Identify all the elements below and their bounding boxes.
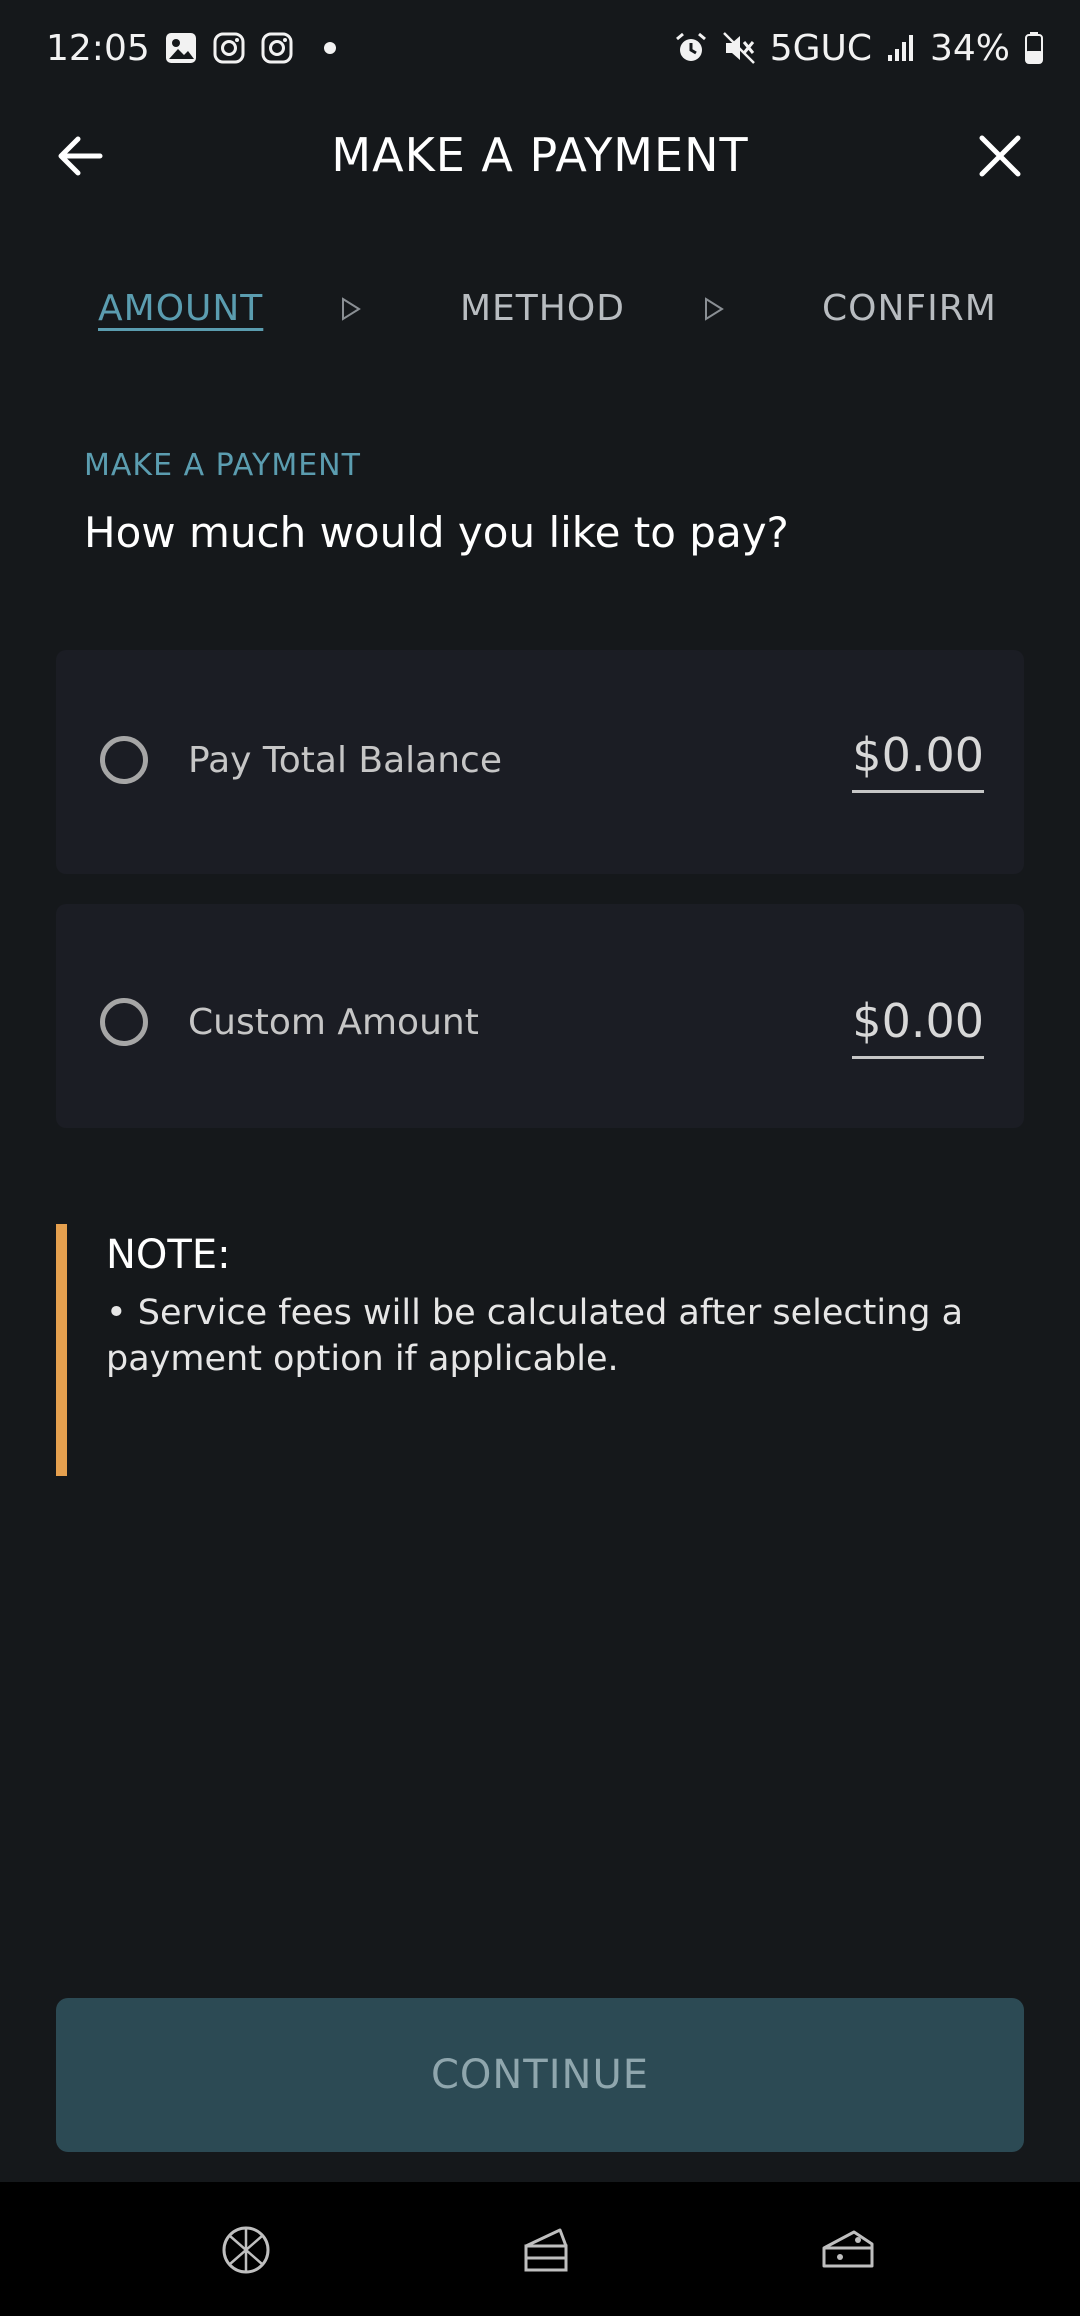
- signal-icon: [886, 33, 916, 63]
- payment-question: How much would you like to pay?: [84, 508, 789, 557]
- arrow-left-icon: [58, 136, 103, 176]
- bottom-nav: [0, 2182, 1080, 2316]
- step-amount[interactable]: AMOUNT: [98, 288, 263, 329]
- radio-button[interactable]: [100, 998, 148, 1046]
- option-custom-amount[interactable]: Custom Amount $0.00: [56, 904, 1024, 1128]
- mute-icon: [722, 31, 756, 65]
- nav-cheese[interactable]: [818, 2220, 878, 2280]
- nav-cookie[interactable]: [216, 2220, 276, 2280]
- option-label: Pay Total Balance: [188, 740, 502, 781]
- payment-screen: 12:05 5GUC 34% MAKE A PAYMENT AMOUNT MET…: [0, 0, 1080, 2316]
- option-amount: $0.00: [852, 728, 984, 793]
- section-label: MAKE A PAYMENT: [84, 448, 361, 483]
- note-title: NOTE:: [106, 1232, 231, 1278]
- radio-button[interactable]: [100, 736, 148, 784]
- continue-button[interactable]: CONTINUE: [56, 1998, 1024, 2152]
- note-accent-bar: [56, 1224, 67, 1476]
- battery-icon: [1024, 31, 1044, 65]
- cake-slice-icon: [524, 2228, 568, 2272]
- step-arrow-icon: [342, 297, 361, 321]
- status-left: 12:05: [46, 28, 336, 69]
- header: MAKE A PAYMENT: [0, 110, 1080, 200]
- instagram-icon: [212, 31, 246, 65]
- page-title: MAKE A PAYMENT: [331, 128, 749, 182]
- status-bar: 12:05 5GUC 34%: [0, 0, 1080, 96]
- step-method[interactable]: METHOD: [460, 288, 625, 329]
- step-indicator: AMOUNT METHOD CONFIRM: [0, 280, 1080, 346]
- note-box: NOTE: • Service fees will be calculated …: [56, 1224, 1024, 1476]
- note-text: • Service fees will be calculated after …: [106, 1293, 964, 1379]
- instagram-icon: [260, 31, 294, 65]
- cookie-icon: [222, 2226, 270, 2274]
- notification-dot: [323, 42, 336, 54]
- status-right: 5GUC 34%: [674, 28, 1044, 69]
- option-pay-total-balance[interactable]: Pay Total Balance $0.00: [56, 650, 1024, 874]
- alarm-icon: [674, 31, 708, 65]
- close-button[interactable]: [972, 128, 1028, 184]
- status-time: 12:05: [46, 27, 150, 69]
- nav-cake[interactable]: [516, 2220, 576, 2280]
- back-button[interactable]: [52, 128, 108, 184]
- network-type: 5GUC: [769, 27, 872, 69]
- option-label: Custom Amount: [188, 1002, 479, 1043]
- gallery-icon: [164, 31, 198, 65]
- battery-percent: 34%: [929, 27, 1010, 69]
- close-icon: [979, 135, 1021, 177]
- step-confirm[interactable]: CONFIRM: [822, 288, 997, 329]
- custom-amount-input[interactable]: $0.00: [852, 994, 984, 1059]
- cheese-icon: [822, 2230, 874, 2268]
- step-arrow-icon: [705, 297, 724, 321]
